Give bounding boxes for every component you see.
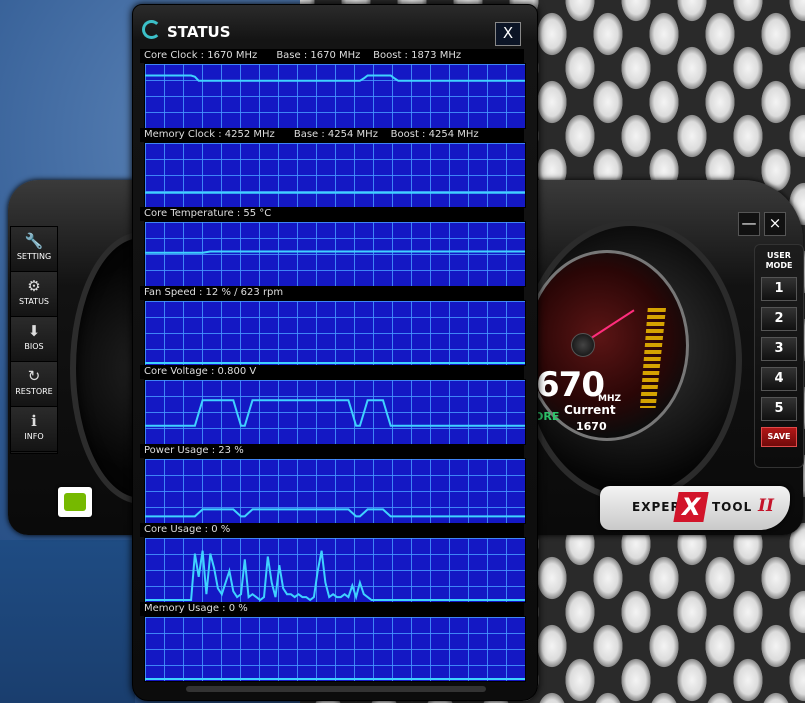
nav-restore-label: RESTORE	[15, 387, 53, 396]
status-logo-icon	[142, 20, 161, 39]
user-mode-title: USER MODE	[755, 251, 803, 271]
user-mode-title-line1: USER	[767, 251, 791, 260]
brand-suffix: II	[758, 496, 774, 516]
nvidia-logo[interactable]	[58, 487, 92, 517]
fan-speed-graph	[144, 300, 526, 366]
graph-plot	[145, 74, 525, 82]
power-usage-label: Power Usage : 23 %	[140, 444, 524, 458]
nav-info[interactable]: ℹ INFO	[11, 407, 57, 452]
core-temperature-graph	[144, 221, 526, 287]
graph-plot	[145, 550, 525, 602]
graph-plot	[145, 362, 525, 364]
gauge-clock-value: 670	[536, 365, 605, 405]
core-voltage-label: Core Voltage : 0.800 V	[140, 365, 524, 379]
graph-line	[145, 550, 525, 602]
nav-setting-label: SETTING	[16, 252, 52, 261]
memory-usage-graph	[144, 616, 526, 682]
graph-line	[145, 74, 525, 82]
memory-clock-label: Memory Clock : 4252 MHz Base : 4254 MHz …	[140, 128, 524, 142]
core-clock-label: Core Clock : 1670 MHz Base : 1670 MHz Bo…	[140, 49, 524, 63]
graph-plot	[145, 250, 525, 254]
status-title: STATUS	[142, 20, 231, 42]
brand-x-logo: X	[673, 492, 709, 522]
nvidia-eye-icon	[64, 493, 86, 511]
user-mode-title-line2: MODE	[765, 261, 793, 270]
graph-plot	[145, 678, 525, 680]
save-button[interactable]: SAVE	[761, 427, 797, 447]
graph-line	[145, 508, 525, 518]
memory-usage-label: Memory Usage : 0 %	[140, 602, 524, 616]
main-close-button[interactable]: ×	[764, 212, 786, 236]
status-window-grip	[186, 686, 486, 692]
core-clock-graph	[144, 63, 526, 129]
graph-plot	[145, 508, 525, 518]
user-mode-2-button[interactable]: 2	[761, 307, 797, 331]
gauge-current-label: Current	[564, 403, 616, 417]
graph-line	[145, 399, 525, 427]
desktop-background-strip	[0, 540, 135, 703]
user-mode-panel: USER MODE 1 2 3 4 5 SAVE	[754, 244, 804, 468]
user-mode-1-button[interactable]: 1	[761, 277, 797, 301]
nav-setting[interactable]: 🔧 SETTING	[11, 227, 57, 272]
status-close-button[interactable]: X	[495, 22, 521, 46]
user-mode-5-button[interactable]: 5	[761, 397, 797, 421]
info-icon: ℹ	[31, 412, 37, 430]
minimize-button[interactable]: —	[738, 212, 760, 236]
user-mode-4-button[interactable]: 4	[761, 367, 797, 391]
nav-status-label: STATUS	[18, 297, 49, 306]
expertool-brand: EXPER X TOOL II	[600, 486, 790, 530]
core-usage-graph	[144, 537, 526, 603]
core-voltage-graph	[144, 379, 526, 445]
fan-speed-label: Fan Speed : 12 % / 623 rpm	[140, 286, 524, 300]
power-usage-graph	[144, 458, 526, 524]
graph-line	[145, 250, 525, 254]
download-arrow-icon: ⬇	[27, 322, 41, 340]
core-temperature-label: Core Temperature : 55 °C	[140, 207, 524, 221]
user-mode-3-button[interactable]: 3	[761, 337, 797, 361]
wrench-icon: 🔧	[24, 232, 44, 250]
left-nav: 🔧 SETTING ⚙ STATUS ⬇ BIOS ↻ RESTORE ℹ IN…	[10, 226, 58, 454]
gear-icon: ⚙	[27, 277, 41, 295]
graph-plot	[145, 399, 525, 427]
refresh-icon: ↻	[27, 367, 41, 385]
nav-status[interactable]: ⚙ STATUS	[11, 272, 57, 317]
brand-left-text: EXPER	[632, 500, 681, 514]
graph-plot	[145, 191, 525, 194]
core-usage-label: Core Usage : 0 %	[140, 523, 524, 537]
speedometer-hub	[571, 333, 595, 357]
nav-restore[interactable]: ↻ RESTORE	[11, 362, 57, 407]
gauge-current-value: 1670	[576, 420, 607, 433]
status-title-text: STATUS	[167, 23, 231, 41]
nav-bios[interactable]: ⬇ BIOS	[11, 317, 57, 362]
nav-info-label: INFO	[24, 432, 44, 441]
brand-right-text: TOOL	[712, 500, 753, 514]
nav-bios-label: BIOS	[24, 342, 44, 351]
memory-clock-graph	[144, 142, 526, 208]
